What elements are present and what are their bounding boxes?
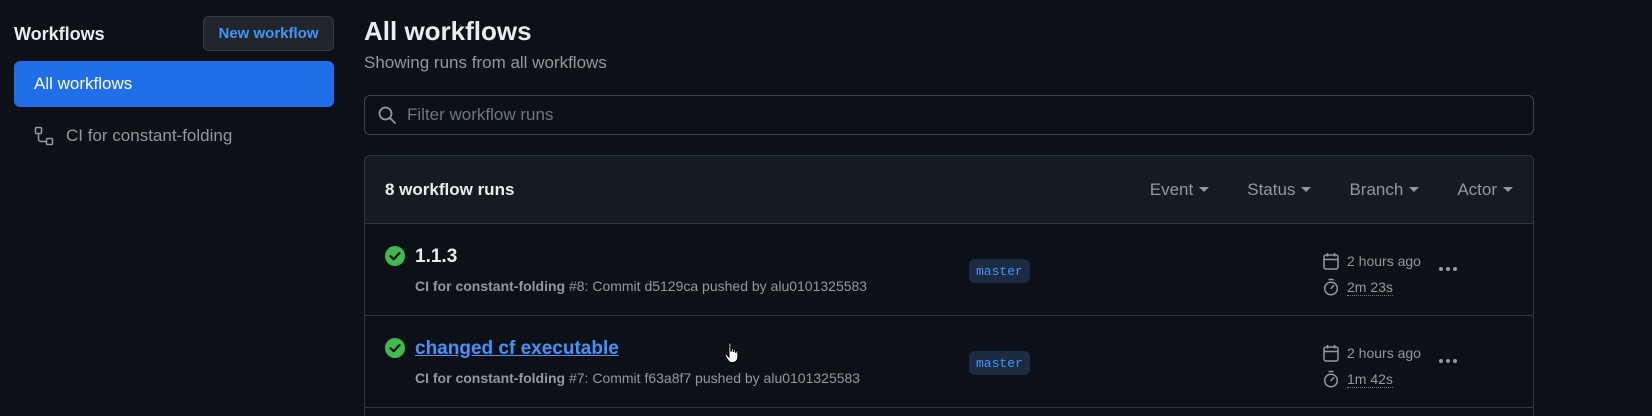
sidebar-item-all-workflows[interactable]: All workflows [14, 61, 334, 107]
run-time-ago: 2 hours ago [1347, 253, 1421, 269]
run-detail: #8: Commit d5129ca pushed by alu01013255… [568, 278, 868, 294]
branch-badge[interactable]: master [969, 351, 1030, 375]
run-workflow-name: CI for constant-folding [415, 278, 566, 294]
event-filter[interactable]: Event [1150, 180, 1210, 200]
calendar-icon [1323, 345, 1339, 362]
run-duration: 2m 23s [1347, 278, 1393, 296]
run-count: 8 workflow runs [385, 179, 515, 199]
caret-down-icon [1301, 187, 1312, 192]
sidebar-item-ci-for-constant-folding[interactable]: CI for constant-folding [14, 113, 334, 159]
run-detail: #7: Commit f63a8f7 pushed by alu01013255… [568, 370, 861, 386]
status-filter[interactable]: Status [1247, 180, 1312, 200]
page-title: All workflows [364, 16, 532, 46]
stopwatch-icon [1323, 370, 1339, 388]
branch-badge[interactable]: master [969, 259, 1030, 283]
workflow-runs-box: 8 workflow runs Event Status Branch Acto… [364, 155, 1534, 416]
run-times: 2 hours ago 1m 42s [1323, 340, 1421, 392]
run-duration: 1m 42s [1347, 370, 1393, 388]
page-subtitle: Showing runs from all workflows [364, 53, 607, 72]
branch-filter[interactable]: Branch [1349, 180, 1420, 200]
table-row: 1.1.3 CI for constant-folding #8: Commit… [365, 224, 1533, 316]
actor-filter[interactable]: Actor [1457, 180, 1513, 200]
kebab-menu-icon[interactable] [1433, 348, 1463, 374]
run-filters: Event Status Branch Actor [1150, 180, 1513, 200]
sidebar: Workflows New workflow All workflows CI … [0, 0, 334, 416]
table-row: changed cf executable CI for constant-fo… [365, 316, 1533, 408]
check-circle-icon [385, 246, 405, 266]
new-workflow-button[interactable]: New workflow [203, 16, 334, 51]
sidebar-item-label: CI for constant-folding [66, 126, 233, 145]
run-workflow-name: CI for constant-folding [415, 370, 566, 386]
run-meta: CI for constant-folding #8: Commit d5129… [415, 278, 867, 294]
calendar-icon [1323, 253, 1339, 270]
caret-down-icon [1199, 187, 1210, 192]
run-title-link[interactable]: 1.1.3 [415, 246, 457, 268]
run-meta: CI for constant-folding #7: Commit f63a8… [415, 370, 860, 386]
runs-header: 8 workflow runs Event Status Branch Acto… [365, 156, 1533, 224]
kebab-menu-icon[interactable] [1433, 256, 1463, 282]
run-time-ago: 2 hours ago [1347, 345, 1421, 361]
sidebar-title: Workflows [14, 24, 105, 44]
check-circle-icon [385, 338, 405, 358]
caret-down-icon [1409, 187, 1420, 192]
workflow-icon [34, 126, 54, 146]
sidebar-item-label: All workflows [34, 74, 133, 93]
hand-pointer-cursor-icon [724, 342, 739, 363]
stopwatch-icon [1323, 278, 1339, 296]
filter-input[interactable] [407, 105, 1507, 125]
run-times: 2 hours ago 2m 23s [1323, 248, 1421, 300]
search-icon [378, 106, 396, 124]
run-title-link[interactable]: changed cf executable [415, 338, 619, 360]
filter-box [364, 95, 1534, 135]
caret-down-icon [1503, 187, 1513, 192]
actions-page: Workflows New workflow All workflows CI … [0, 0, 1652, 416]
